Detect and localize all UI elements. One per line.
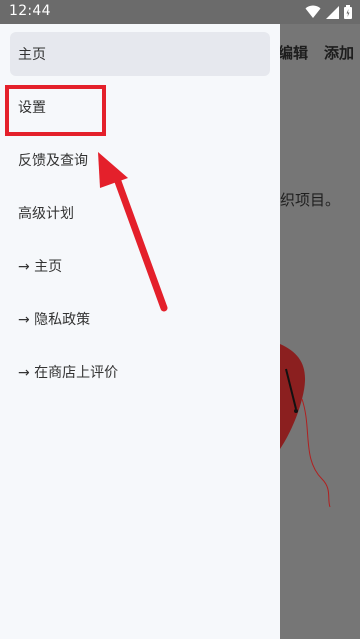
drawer-item-label: 主页 <box>18 47 46 63</box>
battery-icon <box>344 5 352 19</box>
edit-button[interactable]: 编辑 <box>278 42 308 63</box>
drawer-item-privacy-policy[interactable]: → 隐私政策 <box>10 297 270 341</box>
drawer-item-home[interactable]: 主页 <box>10 32 270 76</box>
cell-signal-icon <box>326 5 339 19</box>
drawer-item-rate-in-store[interactable]: → 在商店上评价 <box>10 350 270 394</box>
drawer-item-feedback[interactable]: 反馈及查询 <box>10 138 270 182</box>
wifi-icon <box>305 5 321 18</box>
background-header-actions: 编辑 添加 <box>278 42 354 63</box>
status-time: 12:44 <box>9 3 51 19</box>
drawer-item-label: 反馈及查询 <box>18 153 88 169</box>
drawer-item-label: 高级计划 <box>18 206 74 222</box>
status-icons <box>305 5 352 19</box>
status-bar: 12:44 <box>0 0 360 24</box>
drawer-item-label: → 隐私政策 <box>18 312 91 328</box>
drawer-item-label: → 主页 <box>18 259 63 275</box>
add-button[interactable]: 添加 <box>324 42 354 63</box>
background-illustration <box>280 344 331 508</box>
background-text: 织项目。 <box>280 191 341 209</box>
drawer-item-label: → 在商店上评价 <box>18 365 119 381</box>
drawer-item-homepage-link[interactable]: → 主页 <box>10 244 270 288</box>
annotation-highlight-box <box>5 85 106 136</box>
drawer-item-premium[interactable]: 高级计划 <box>10 191 270 235</box>
